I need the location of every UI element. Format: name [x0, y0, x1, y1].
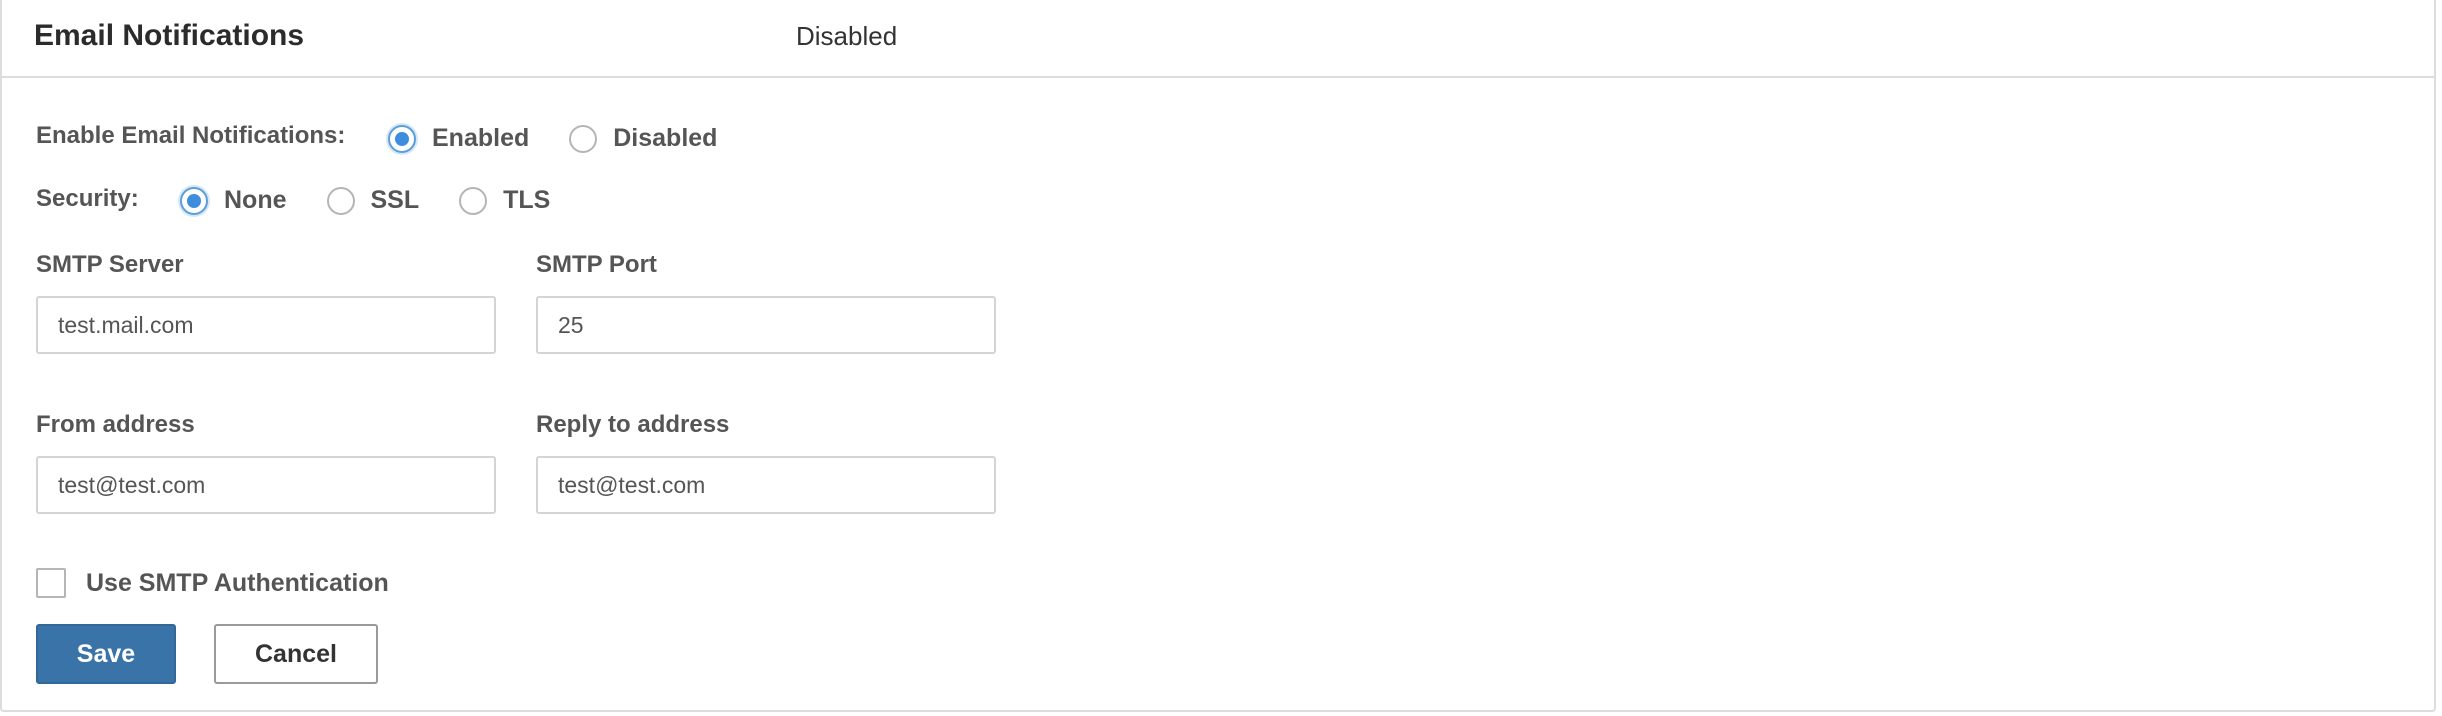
radio-enabled[interactable]: Enabled — [388, 124, 529, 153]
enable-email-label: Enable Email Notifications: — [36, 122, 346, 149]
radio-disabled-circle[interactable] — [569, 124, 598, 153]
from-address-input[interactable] — [36, 456, 496, 514]
radio-security-tls[interactable]: TLS — [459, 186, 550, 215]
panel-title: Email Notifications — [34, 19, 305, 52]
radio-security-none-label: None — [224, 186, 287, 214]
radio-security-tls-circle[interactable] — [459, 186, 488, 215]
smtp-server-input[interactable] — [36, 296, 496, 354]
smtp-auth-checkbox-row[interactable]: Use SMTP Authentication — [36, 568, 389, 598]
radio-security-none-circle[interactable] — [180, 186, 208, 215]
radio-enabled-label: Enabled — [432, 124, 530, 152]
smtp-port-input[interactable] — [536, 296, 996, 354]
radio-security-ssl[interactable]: SSL — [326, 186, 420, 215]
smtp-port-label: SMTP Port — [536, 251, 657, 278]
security-label: Security: — [36, 185, 139, 212]
from-address-label: From address — [36, 411, 195, 438]
cancel-button[interactable]: Cancel — [214, 624, 378, 684]
smtp-auth-checkbox[interactable] — [36, 568, 66, 598]
enable-email-radio-group: Enabled Disabled — [388, 124, 757, 153]
radio-disabled-label: Disabled — [613, 124, 718, 152]
email-notifications-panel: Email Notifications Disabled Enable Emai… — [0, 0, 2436, 712]
smtp-auth-label: Use SMTP Authentication — [86, 568, 389, 597]
smtp-server-label: SMTP Server — [36, 251, 184, 278]
status-text: Disabled — [796, 21, 898, 51]
radio-security-tls-label: TLS — [503, 186, 551, 214]
radio-security-ssl-circle[interactable] — [326, 186, 355, 215]
radio-disabled[interactable]: Disabled — [569, 124, 717, 153]
radio-security-none[interactable]: None — [180, 186, 287, 215]
reply-to-address-label: Reply to address — [536, 411, 730, 438]
save-button[interactable]: Save — [36, 624, 176, 684]
reply-to-address-input[interactable] — [536, 456, 996, 514]
panel-header: Email Notifications Disabled — [2, 0, 2434, 78]
radio-security-ssl-label: SSL — [370, 186, 420, 214]
radio-enabled-circle[interactable] — [388, 124, 416, 153]
security-radio-group: None SSL TLS — [180, 186, 590, 215]
